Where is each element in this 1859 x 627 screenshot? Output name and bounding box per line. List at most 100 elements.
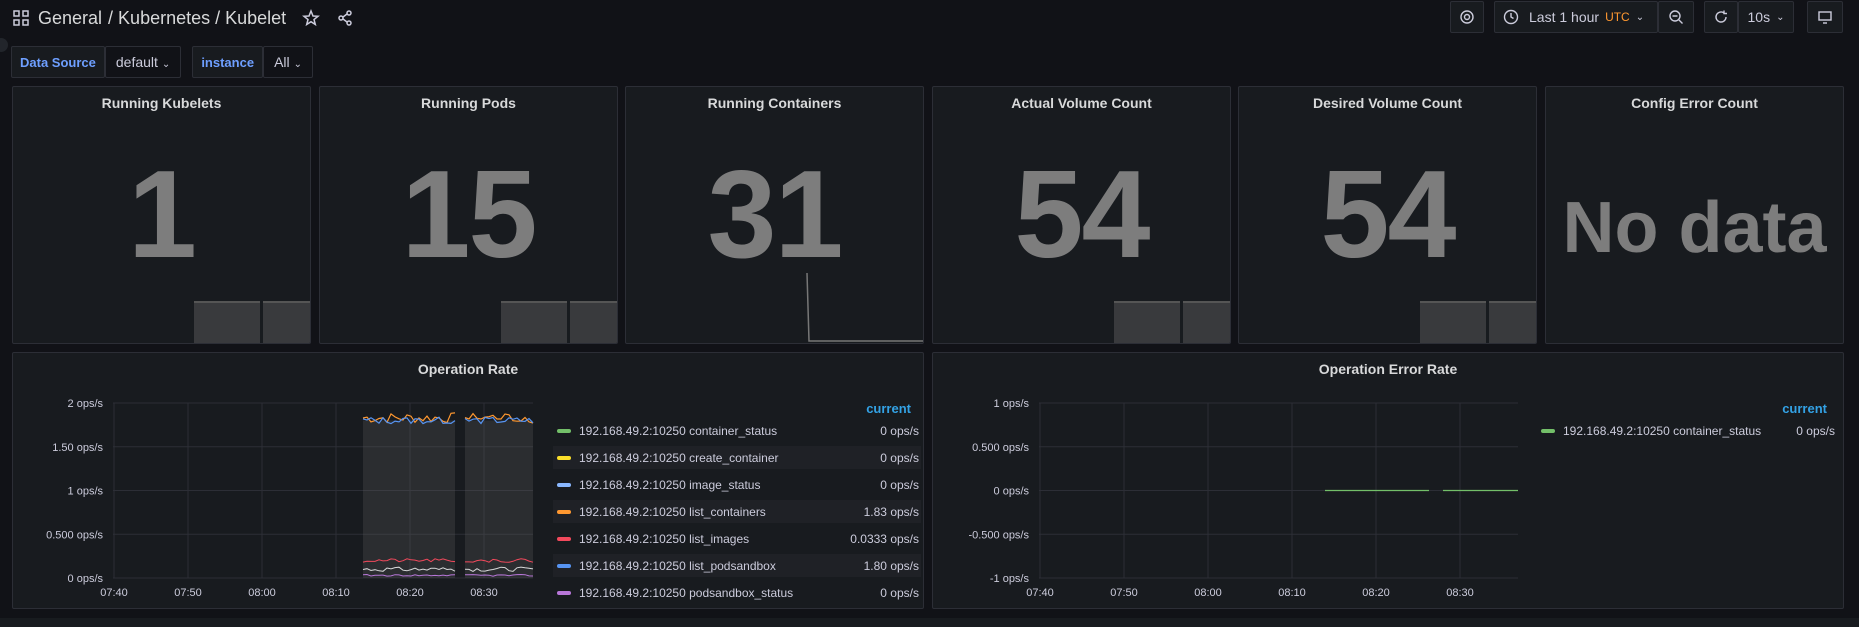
stat-value: 54 <box>1320 146 1457 284</box>
y-tick-label: -0.500 ops/s <box>968 529 1029 541</box>
datasource-select[interactable]: default ⌄ <box>104 46 182 78</box>
panel-title: Desired Volume Count <box>1312 95 1463 111</box>
refresh-interval-label: 10s <box>1747 9 1771 25</box>
stat-panel-config-error-count[interactable]: Config Error Count No data <box>1545 86 1844 344</box>
chevron-down-icon: ⌄ <box>293 59 303 70</box>
x-tick-label: 08:00 <box>248 587 276 599</box>
sparkline <box>806 272 923 342</box>
legend-current-value: 0.0333 ops/s <box>850 531 919 546</box>
legend-color-swatch <box>557 509 571 514</box>
breadcrumb-folder[interactable]: General <box>38 8 102 29</box>
no-data-text: No data <box>1562 188 1827 268</box>
dashboard-title[interactable]: / Kubernetes / Kubelet <box>108 8 286 29</box>
sparkline-bar <box>263 301 310 343</box>
y-tick-label: -1 ops/s <box>990 573 1030 585</box>
panel-title: Actual Volume Count <box>1011 95 1152 111</box>
legend-color-swatch <box>557 428 571 433</box>
refresh-button[interactable] <box>1704 1 1738 33</box>
graph-panel-operation-error-rate[interactable]: Operation Error Rate 1 ops/s 0.500 ops/s 0… <box>932 352 1844 609</box>
legend-current-value: 0 ops/s <box>880 450 919 465</box>
instance-select[interactable]: All ⌄ <box>263 46 314 78</box>
x-tick-label: 07:40 <box>100 587 128 599</box>
legend-current-value: 1.83 ops/s <box>863 504 919 519</box>
legend-color-swatch <box>1541 428 1555 433</box>
breadcrumb: General / Kubernetes / Kubelet <box>12 6 360 30</box>
legend-series-name: 192.168.49.2:10250 container_status <box>579 423 778 438</box>
star-icon[interactable] <box>302 9 321 27</box>
legend-series-name: 192.168.49.2:10250 create_container <box>579 450 779 465</box>
y-tick-label: 1 ops/s <box>68 486 104 498</box>
sparkline-bar <box>1183 301 1230 343</box>
legend-header-current[interactable]: current <box>1782 401 1827 416</box>
legend-current-value: 1.80 ops/s <box>863 558 919 573</box>
instance-value: All <box>274 54 290 70</box>
stat-panel-running-kubelets[interactable]: Running Kubelets 1 <box>12 86 311 344</box>
sparkline-bar <box>1114 301 1180 343</box>
apps-icon[interactable] <box>12 9 30 27</box>
legend-current-value: 0 ops/s <box>880 585 919 600</box>
variables-bar: Data Source default ⌄ instance All ⌄ <box>11 46 324 78</box>
x-tick-label: 07:50 <box>174 587 202 599</box>
graph-panel-operation-rate[interactable]: Operation Rate 2 ops/s 1.50 ops/s 1 ops/s 0… <box>12 352 924 609</box>
share-icon[interactable] <box>336 9 354 27</box>
monitor-icon <box>1818 11 1832 24</box>
refresh-interval-picker[interactable]: 10s ⌄ <box>1738 1 1794 33</box>
collapsed-row[interactable] <box>0 618 1859 627</box>
chevron-down-icon: ⌄ <box>161 59 171 70</box>
y-tick-label: 2 ops/s <box>68 398 104 410</box>
stat-panel-actual-volume-count[interactable]: Actual Volume Count 54 <box>932 86 1231 344</box>
x-tick-label: 08:10 <box>322 587 350 599</box>
legend-current-value: 0 ops/s <box>880 423 919 438</box>
legend-item[interactable]: 192.168.49.2:10250 podsandbox_status 0 op… <box>553 581 921 604</box>
panel-title: Running Kubelets <box>101 95 222 111</box>
series-area <box>465 420 533 578</box>
legend-item[interactable]: 192.168.49.2:10250 container_status 0 ops… <box>553 419 921 442</box>
sparkline-bar <box>570 301 617 343</box>
legend-item[interactable]: 192.168.49.2:10250 container_status 0 ops… <box>1537 419 1837 442</box>
legend: current 192.168.49.2:10250 container_sta… <box>553 401 921 606</box>
operation-rate-chart: 2 ops/s 1.50 ops/s 1 ops/s 0.500 ops/s 0 ops… <box>46 398 534 599</box>
legend-series-name: 192.168.49.2:10250 list_containers <box>579 504 766 519</box>
zoom-out-icon <box>1669 10 1683 24</box>
y-tick-label: 1.50 ops/s <box>52 442 103 454</box>
x-tick-label: 08:20 <box>1362 587 1390 599</box>
sparkline-bar <box>1420 301 1486 343</box>
stat-panel-desired-volume-count[interactable]: Desired Volume Count 54 <box>1238 86 1537 344</box>
clock-icon <box>1503 9 1519 25</box>
y-tick-label: 0 ops/s <box>68 573 104 585</box>
chevron-down-icon: ⌄ <box>1635 11 1645 23</box>
sidebar-toggle[interactable] <box>0 38 8 52</box>
stat-panel-running-containers[interactable]: Running Containers 31 <box>625 86 924 344</box>
sparkline-bar <box>501 301 567 343</box>
x-tick-label: 07:40 <box>1026 587 1054 599</box>
legend-color-swatch <box>557 563 571 568</box>
legend-current-value: 0 ops/s <box>1796 423 1835 438</box>
legend-item[interactable]: 192.168.49.2:10250 list_containers 1.83 o… <box>553 500 921 523</box>
operation-error-rate-chart: 1 ops/s 0.500 ops/s 0 ops/s -0.500 ops/s -1 … <box>968 398 1518 599</box>
legend-color-swatch <box>557 590 571 595</box>
legend-item[interactable]: 192.168.49.2:10250 create_container 0 ops… <box>553 446 921 469</box>
variable-label-datasource: Data Source <box>11 46 105 78</box>
x-tick-label: 08:30 <box>470 587 498 599</box>
legend-item[interactable]: 192.168.49.2:10250 image_status 0 ops/s <box>553 473 921 496</box>
x-tick-label: 08:10 <box>1278 587 1306 599</box>
legend-series-name: 192.168.49.2:10250 container_status <box>1563 423 1762 438</box>
zoom-out-button[interactable] <box>1658 1 1694 33</box>
legend-series-name: 192.168.49.2:10250 list_images <box>579 531 750 546</box>
x-tick-label: 07:50 <box>1110 587 1138 599</box>
variable-label-instance: instance <box>192 46 264 78</box>
legend-series-name: 192.168.49.2:10250 list_podsandbox <box>579 558 776 573</box>
time-range-picker[interactable]: Last 1 hour UTC ⌄ <box>1494 1 1658 33</box>
legend-color-swatch <box>557 482 571 487</box>
panel-title: Config Error Count <box>1631 95 1758 111</box>
settings-button[interactable] <box>1450 1 1484 33</box>
legend-item[interactable]: 192.168.49.2:10250 list_images 0.0333 ops… <box>553 527 921 550</box>
legend-header-current[interactable]: current <box>866 401 911 416</box>
stat-panel-running-pods[interactable]: Running Pods 15 <box>319 86 618 344</box>
y-tick-label: 0.500 ops/s <box>972 442 1029 454</box>
x-tick-label: 08:20 <box>396 587 424 599</box>
legend-item[interactable]: 192.168.49.2:10250 list_podsandbox 1.80 o… <box>553 554 921 577</box>
tv-mode-button[interactable] <box>1807 1 1843 33</box>
refresh-icon <box>1715 10 1727 23</box>
sparkline-bar <box>194 301 260 343</box>
